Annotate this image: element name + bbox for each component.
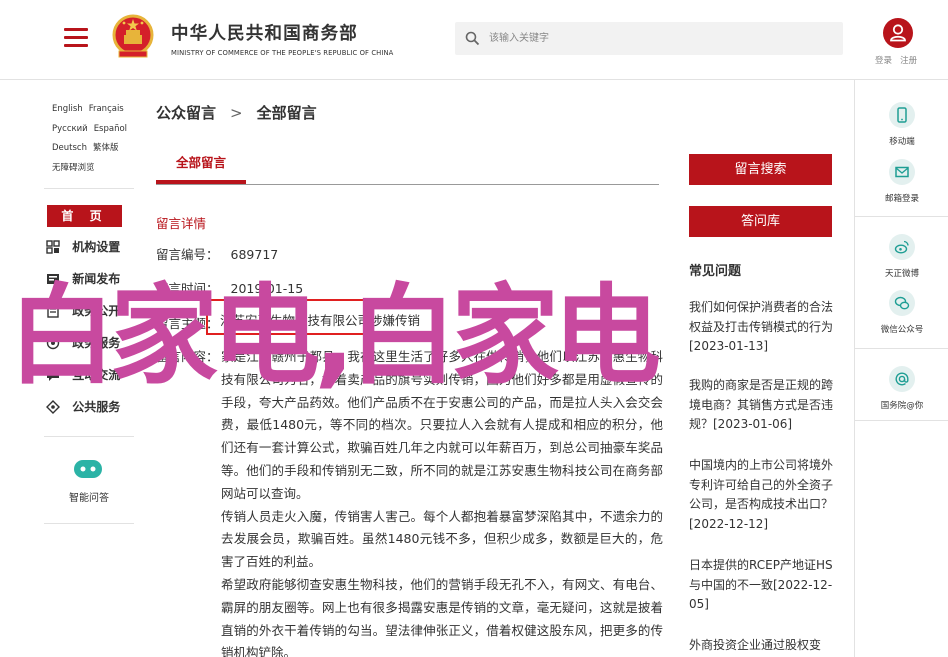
search-icon[interactable] [465, 31, 480, 46]
message-time-label: 留言时间： [156, 281, 219, 296]
utility-at[interactable]: 国务院@你 [863, 366, 941, 411]
sidebar-item-label: 政务服务 [72, 336, 121, 350]
content-paragraph: 希望政府能够彻查安惠生物科技，他们的营销手段无孔不入，有网文、有电台、霸屏的朋友… [221, 576, 663, 657]
lang-french[interactable]: Français [89, 104, 124, 114]
faq-item[interactable]: 我购的商家是否是正规的跨境电商？其销售方式是否违规？[2023-01-06] [689, 376, 834, 435]
sidebar-item-label: 互动交流 [72, 368, 121, 382]
message-content-label: 留言内容： [156, 349, 219, 364]
sidebar-item-gov-info[interactable]: 政务公开 [46, 302, 120, 324]
breadcrumb-item-all[interactable]: 全部留言 [257, 104, 317, 122]
news-icon [47, 273, 59, 284]
message-number-label: 留言编号： [156, 247, 219, 262]
utility-wechat[interactable]: 微信公众号 [863, 290, 941, 335]
message-time-value: 2019-01-15 [230, 281, 304, 296]
utility-label: 微信公众号 [880, 325, 924, 335]
message-number-value: 689717 [230, 247, 279, 262]
site-title: 中华人民共和国商务部 [171, 24, 358, 44]
faq-item[interactable]: 中国境内的上市公司将境外专利许可给自己的外全资子公司，是否构成技术出口？[202… [689, 456, 834, 534]
language-list: English Français Русский Español Deutsch 繁体… [52, 100, 136, 178]
utility-divider [855, 348, 948, 349]
wechat-icon [894, 296, 910, 310]
utility-label: 国务院@你 [880, 401, 924, 411]
weibo-icon [894, 240, 909, 254]
auth-links: 登录 注册 [875, 54, 925, 66]
utility-divider [855, 420, 948, 421]
breadcrumb: 公众留言 > 全部留言 [156, 102, 317, 123]
breadcrumb-item-public[interactable]: 公众留言 [156, 104, 216, 122]
faq-item[interactable]: 日本提供的RCEP产地证HS与中国的不一致[2022-12-05] [689, 556, 834, 615]
faq-item[interactable]: 我们如何保护消费者的合法权益及打击传销模式的行为[2023-01-13] [689, 298, 834, 357]
utility-label: 天正微博 [884, 269, 919, 279]
sidebar-item-label: 机构设置 [72, 240, 121, 254]
sidebar-item-public-service[interactable]: 公共服务 [46, 398, 120, 420]
sidebar-item-interaction[interactable]: 互动交流 [46, 366, 120, 388]
sidebar-item-org[interactable]: 机构设置 [46, 238, 120, 260]
utility-label: 移动端 [889, 137, 915, 147]
message-content: 家是江西赣州于都县，我在这里生活了好多人在做传销，他们以江苏安惠生物科技有限公司… [221, 346, 663, 657]
auth-divider [895, 56, 898, 66]
utility-divider [855, 216, 948, 217]
search-input[interactable] [489, 22, 829, 55]
sidebar-item-label: 公共服务 [72, 400, 121, 414]
message-number: 留言编号： 689717 [156, 244, 278, 263]
utility-bar: 移动端 邮箱登录 天正微博 微信公众号 国务院@你 [854, 80, 948, 657]
lang-traditional[interactable]: 繁体版 [93, 143, 119, 153]
sidebar-item-news[interactable]: 新闻发布 [46, 270, 120, 292]
chevron-right-icon: > [230, 104, 243, 122]
left-sidebar: English Français Русский Español Deutsch 繁体… [44, 80, 134, 657]
utility-mail[interactable]: 邮箱登录 [863, 159, 941, 204]
section-title: 留言详情 [156, 216, 207, 231]
lang-english[interactable]: English [52, 104, 83, 114]
message-time: 留言时间： 2019-01-15 [156, 278, 303, 297]
service-icon [46, 336, 60, 349]
site-title-en: MINISTRY OF COMMERCE OF THE PEOPLE'S REP… [171, 49, 394, 57]
utility-weibo[interactable]: 天正微博 [863, 234, 941, 279]
gov-info-icon [47, 303, 59, 318]
sidebar-divider [44, 436, 134, 437]
mobile-icon [897, 107, 907, 123]
register-link[interactable]: 注册 [900, 56, 917, 66]
login-link[interactable]: 登录 [875, 56, 892, 66]
sidebar-divider [44, 523, 134, 524]
tab-underline [156, 184, 659, 185]
message-search-button[interactable]: 留言搜索 [689, 154, 832, 185]
menu-icon[interactable] [64, 26, 88, 48]
utility-label: 邮箱登录 [884, 194, 919, 204]
mail-icon [895, 166, 909, 178]
national-emblem-icon[interactable] [111, 13, 155, 61]
ai-qa-label[interactable]: 智能问答 [54, 489, 124, 504]
lang-russian[interactable]: Русский [52, 124, 88, 134]
public-service-icon [46, 399, 60, 414]
sidebar-item-service[interactable]: 政务服务 [46, 334, 120, 356]
org-grid-icon [46, 239, 60, 254]
utility-mobile[interactable]: 移动端 [863, 102, 941, 147]
lang-spanish[interactable]: Español [94, 124, 127, 134]
home-button[interactable]: 首 页 [47, 205, 122, 227]
tab-bar: 全部留言 [156, 150, 659, 186]
accessibility-link[interactable]: 无障碍浏览 [52, 163, 95, 173]
sidebar-divider [44, 188, 134, 189]
message-subject: 江苏安惠生物科技有限公司涉嫌传销 [220, 313, 421, 328]
faq-item[interactable]: 外商投资企业通过股权变 [689, 636, 834, 656]
sidebar-item-label: 新闻发布 [72, 272, 121, 286]
qa-library-button[interactable]: 答问库 [689, 206, 832, 237]
robot-chat-icon[interactable] [72, 456, 104, 482]
site-header: 中华人民共和国商务部 MINISTRY OF COMMERCE OF THE P… [0, 0, 948, 80]
content-paragraph: 传销人员走火入魔，传销害人害己。每个人都抱着暴富梦深陷其中，不遗余力的去发展会员… [221, 508, 663, 570]
sidebar-item-label: 政务公开 [72, 304, 121, 318]
message-subject-highlight: 江苏安惠生物科技有限公司涉嫌传销 [206, 299, 439, 335]
at-icon [895, 372, 909, 386]
content-paragraph: 家是江西赣州于都县，我在这里生活了好多人在做传销，他们以江苏安惠生物科技有限公司… [221, 349, 663, 501]
lang-german[interactable]: Deutsch [52, 143, 87, 153]
interaction-icon [47, 369, 59, 381]
user-icon[interactable] [883, 18, 913, 48]
search-box [455, 22, 843, 55]
faq-title: 常见问题 [689, 264, 742, 279]
tab-all-messages[interactable]: 全部留言 [156, 150, 246, 184]
